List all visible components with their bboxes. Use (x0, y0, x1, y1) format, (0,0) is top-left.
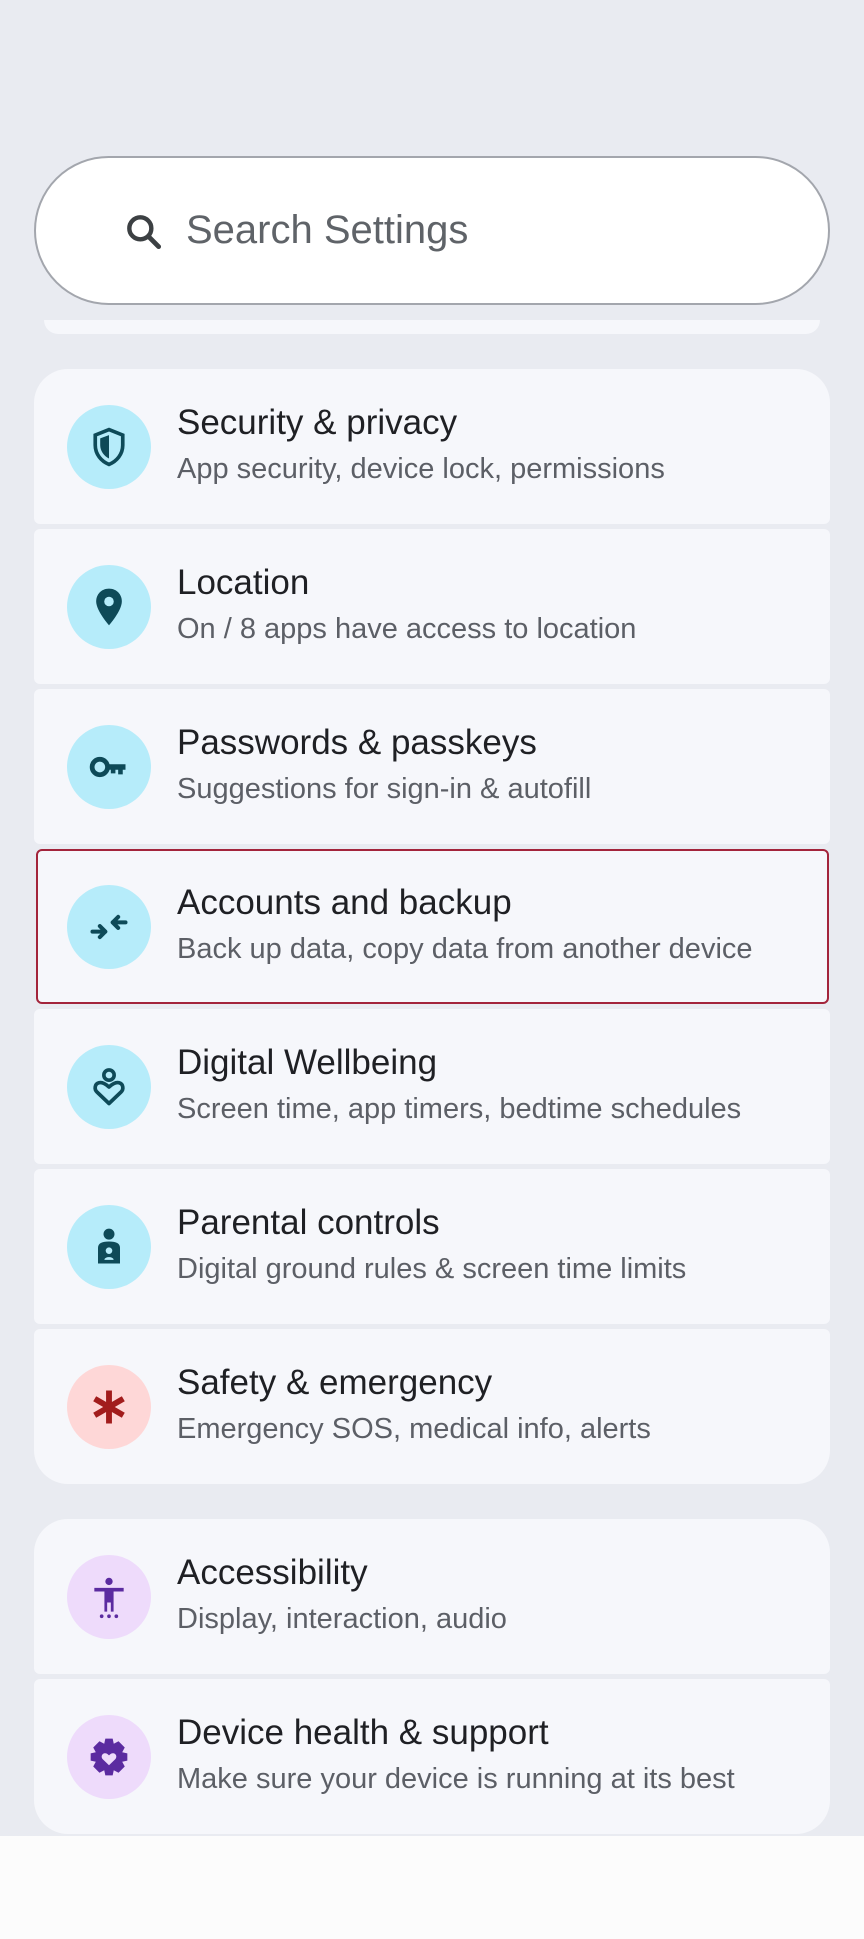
item-title: Accounts and backup (177, 883, 512, 922)
previous-card-edge (44, 320, 820, 334)
item-title: Security & privacy (177, 403, 458, 442)
settings-item-parental-controls[interactable]: Parental controls Digital ground rules &… (34, 1169, 830, 1324)
item-title: Accessibility (177, 1553, 368, 1592)
item-subtitle: Make sure your device is running at its … (177, 1763, 735, 1795)
item-subtitle: Screen time, app timers, bedtime schedul… (177, 1093, 742, 1125)
parental-person-icon (67, 1205, 151, 1289)
settings-item-safety-emergency[interactable]: Safety & emergency Emergency SOS, medica… (34, 1329, 830, 1484)
settings-item-accessibility[interactable]: Accessibility Display, interaction, audi… (34, 1519, 830, 1674)
location-pin-icon (67, 565, 151, 649)
item-subtitle: Display, interaction, audio (177, 1603, 507, 1635)
item-title: Digital Wellbeing (177, 1043, 438, 1082)
shield-icon (67, 405, 151, 489)
item-title: Passwords & passkeys (177, 723, 537, 762)
settings-item-location[interactable]: Location On / 8 apps have access to loca… (34, 529, 830, 684)
settings-item-security-privacy[interactable]: Security & privacy App security, device … (34, 369, 830, 524)
key-icon (67, 725, 151, 809)
search-icon (122, 210, 166, 254)
item-subtitle: App security, device lock, permissions (177, 453, 665, 485)
item-title: Parental controls (177, 1203, 440, 1242)
search-placeholder: Search Settings (186, 208, 469, 252)
accessibility-icon (67, 1555, 151, 1639)
item-subtitle: Emergency SOS, medical info, alerts (177, 1413, 651, 1445)
item-title: Location (177, 563, 310, 602)
settings-item-device-health-support[interactable]: Device health & support Make sure your d… (34, 1679, 830, 1834)
sync-arrows-icon (67, 885, 151, 969)
settings-item-digital-wellbeing[interactable]: Digital Wellbeing Screen time, app timer… (34, 1009, 830, 1164)
item-subtitle: Digital ground rules & screen time limit… (177, 1253, 687, 1285)
gear-heart-icon (67, 1715, 151, 1799)
wellbeing-heart-icon (67, 1045, 151, 1129)
settings-item-passwords-passkeys[interactable]: Passwords & passkeys Suggestions for sig… (34, 689, 830, 844)
item-subtitle: Back up data, copy data from another dev… (177, 933, 753, 965)
asterisk-icon (67, 1365, 151, 1449)
search-bar[interactable]: Search Settings (34, 156, 830, 305)
item-subtitle: Suggestions for sign-in & autofill (177, 773, 592, 805)
item-title: Safety & emergency (177, 1363, 493, 1402)
settings-item-accounts-backup[interactable]: Accounts and backup Back up data, copy d… (36, 849, 829, 1004)
item-subtitle: On / 8 apps have access to location (177, 613, 637, 645)
bottom-area (0, 1836, 864, 1939)
item-title: Device health & support (177, 1713, 549, 1752)
